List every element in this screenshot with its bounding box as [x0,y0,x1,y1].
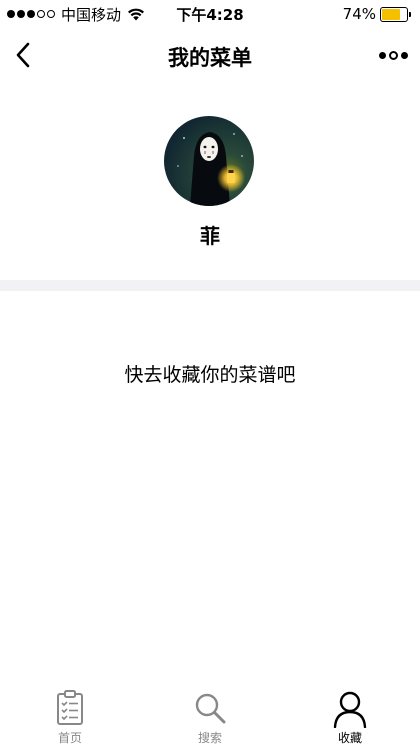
avatar[interactable] [164,116,254,206]
tab-home[interactable]: 首页 [0,680,140,746]
tab-search-label: 搜索 [197,731,222,745]
status-bar: 中国移动 下午4:28 74% [0,0,420,28]
tab-search[interactable]: 搜索 [140,680,280,746]
more-dots-center [388,50,398,60]
tab-home-label: 首页 [57,731,82,745]
magnifier-icon [195,693,226,724]
more-button[interactable] [374,40,412,70]
more-dots-right [400,51,408,59]
person-icon [333,691,367,728]
battery-fill [382,8,400,20]
section-divider [0,280,420,291]
tab-favorites[interactable]: 收藏 [280,680,420,746]
more-dots-icon [378,51,386,59]
user-name: 菲 [200,224,220,248]
page-title: 我的菜单 [168,46,252,70]
battery-percent: 74% [342,5,376,23]
clipboard-list-icon [57,690,83,725]
battery-icon [380,6,408,22]
avatar-image [164,116,254,206]
profile-header: 菲 [0,84,420,280]
empty-state-message: 快去收藏你的菜谱吧 [124,364,296,386]
battery-cap [409,11,411,17]
tab-bar: 首页 搜索 收藏 [0,680,420,746]
tab-favorites-label: 收藏 [337,731,362,745]
status-right: 74% [343,5,411,23]
nav-bar: 我的菜单 [0,28,420,84]
